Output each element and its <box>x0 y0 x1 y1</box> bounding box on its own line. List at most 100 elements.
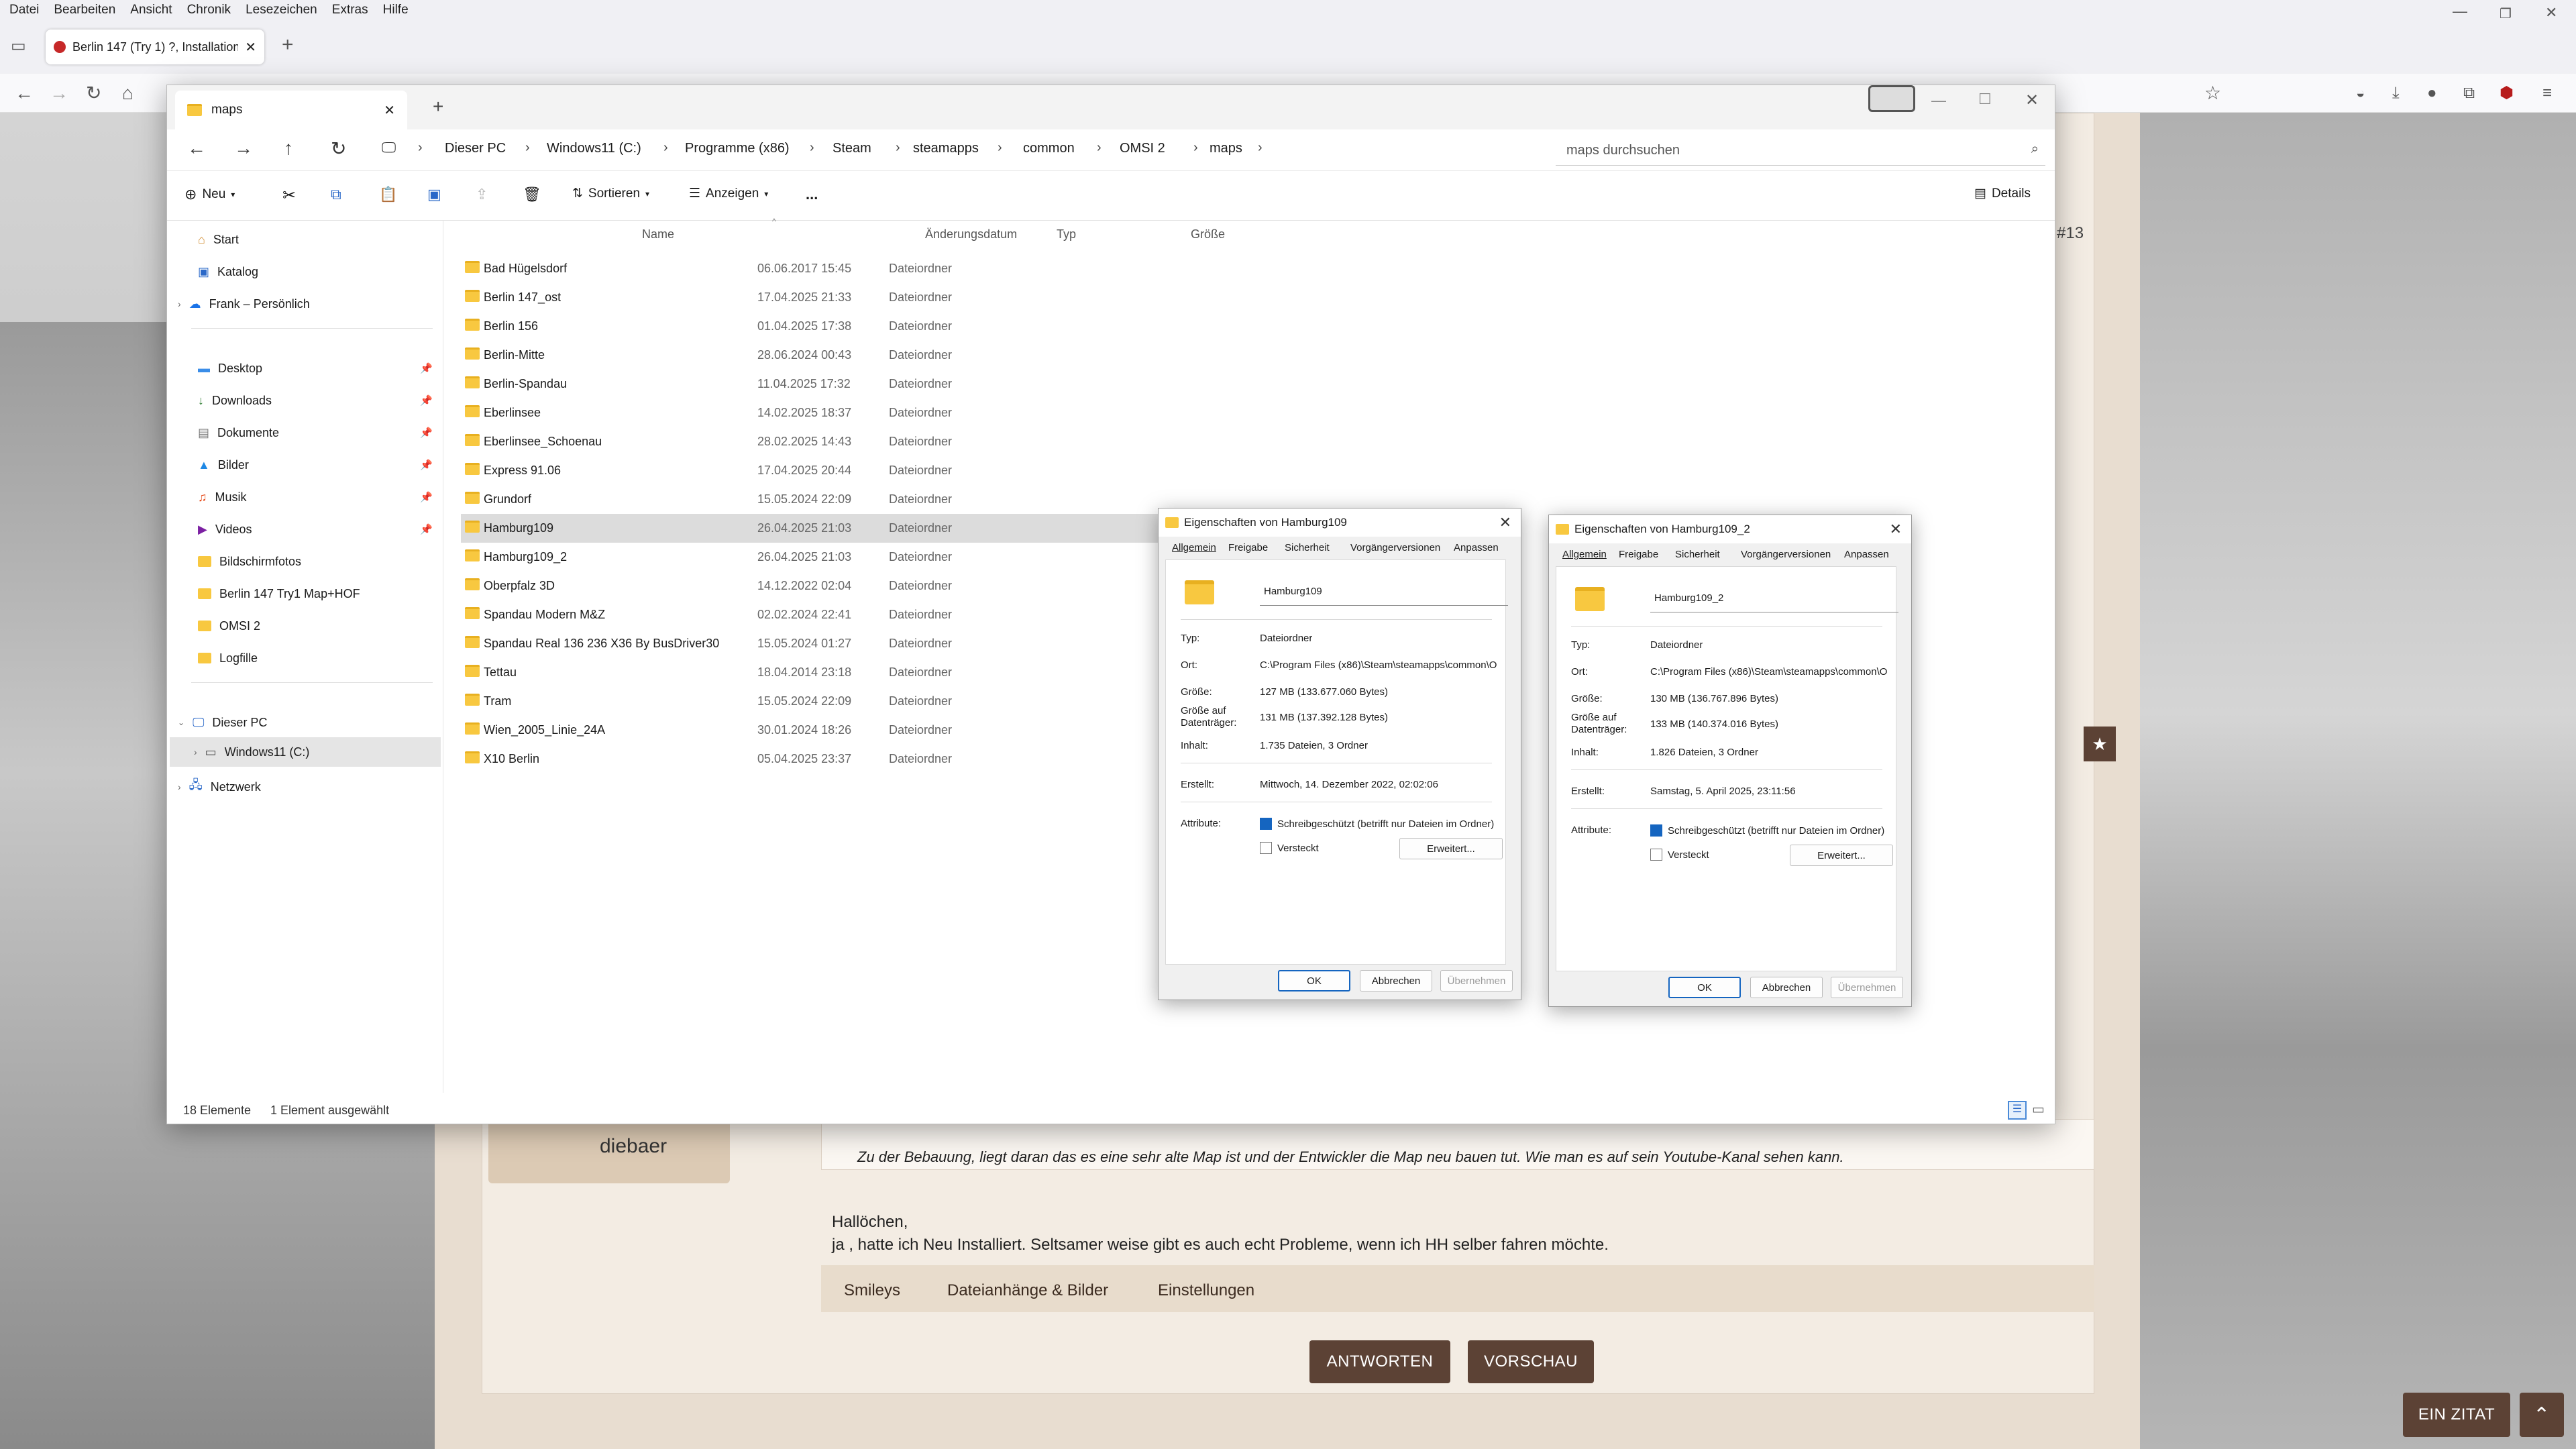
bookmark-star-icon[interactable]: ☆ <box>2204 74 2221 113</box>
tab-list-icon[interactable]: ▭ <box>11 36 26 56</box>
reply-line-2[interactable]: ja , hatte ich Neu Installiert. Seltsame… <box>832 1236 1609 1254</box>
search-input[interactable]: maps durchsuchen ⌕ <box>1556 135 2045 166</box>
extensions-icon[interactable]: ⧉ <box>2463 74 2475 113</box>
delete-icon[interactable]: 🗑 <box>523 186 541 203</box>
file-row[interactable]: Eberlinsee_Schoenau 28.02.2025 14:43 Datei… <box>461 427 1306 456</box>
tab-freigabe[interactable]: Freigabe <box>1619 549 1658 560</box>
browser-tab[interactable]: Berlin 147 (Try 1) ?, Installation ... ✕ <box>46 30 264 64</box>
tab-allgemein[interactable]: Allgemein <box>1562 549 1607 560</box>
advanced-button[interactable]: Erweitert... <box>1790 845 1893 866</box>
up-icon[interactable]: ↑ <box>284 138 293 159</box>
reload-icon[interactable]: ↻ <box>86 74 101 113</box>
menu-hilfe[interactable]: Hilfe <box>383 3 409 17</box>
pocket-icon[interactable]: ◒ <box>2356 74 2365 113</box>
tab-vorgaengerversionen[interactable]: Vorgängerversionen <box>1741 549 1831 560</box>
menu-datei[interactable]: Datei <box>9 3 39 17</box>
close-tab-icon[interactable]: ✕ <box>384 102 395 119</box>
tab-anpassen[interactable]: Anpassen <box>1844 549 1889 560</box>
column-date[interactable]: Änderungsdatum <box>925 227 1017 241</box>
menu-lesezeichen[interactable]: Lesezeichen <box>246 3 317 17</box>
quote-button[interactable]: EIN ZITAT <box>2403 1393 2510 1437</box>
readonly-checkbox[interactable]: Schreibgeschützt (betrifft nur Dateien i… <box>1260 818 1494 830</box>
nav-dokumente[interactable]: ▤ Dokumente 📌 <box>198 418 439 447</box>
new-tab-icon[interactable]: + <box>282 34 294 56</box>
apply-button[interactable]: Übernehmen <box>1831 977 1903 998</box>
ublock-icon[interactable]: ⬢ <box>2500 74 2514 113</box>
share-icon[interactable]: ⇪ <box>476 186 488 203</box>
forward-icon[interactable]: → <box>234 138 253 159</box>
forward-icon[interactable]: → <box>50 74 68 113</box>
breadcrumb-steamapps[interactable]: steamapps <box>913 141 979 156</box>
breadcrumb-maps[interactable]: maps <box>1210 141 1242 156</box>
back-icon[interactable]: ← <box>15 74 34 113</box>
nav-start[interactable]: ⌂ Start <box>198 225 239 254</box>
file-row[interactable]: Berlin-Mitte 28.06.2024 00:43 Dateiordner <box>461 341 1306 370</box>
bookmark-post-button[interactable]: ★ <box>2084 727 2116 761</box>
nav-this-pc[interactable]: ⌄ 🖵 Dieser PC <box>178 708 267 737</box>
nav-downloads[interactable]: ↓ Downloads 📌 <box>198 386 439 415</box>
tab-freigabe[interactable]: Freigabe <box>1228 542 1268 553</box>
close-icon[interactable]: ✕ <box>2025 91 2039 110</box>
minimize-window-icon[interactable]: — <box>2453 3 2467 20</box>
nav-onedrive[interactable]: › ☁ Frank – Persönlich <box>178 289 310 319</box>
breadcrumb-drive[interactable]: Windows11 (C:) <box>547 141 641 156</box>
reply-line-1[interactable]: Hallöchen, <box>832 1213 908 1232</box>
tab-sicherheit[interactable]: Sicherheit <box>1285 542 1330 553</box>
close-icon[interactable]: ✕ <box>1890 521 1902 538</box>
tab-anpassen[interactable]: Anpassen <box>1454 542 1499 553</box>
app-menu-icon[interactable]: ≡ <box>2542 74 2552 113</box>
nav-videos[interactable]: ▶ Videos 📌 <box>198 515 439 544</box>
nav-musik[interactable]: ♫ Musik 📌 <box>198 482 439 512</box>
column-size[interactable]: Größe <box>1191 227 1225 241</box>
snap-layout-icon[interactable] <box>1868 85 1915 112</box>
breadcrumb-programme[interactable]: Programme (x86) <box>685 141 790 156</box>
paste-icon[interactable]: 📋 <box>379 186 397 203</box>
editor-tab-settings[interactable]: Einstellungen <box>1158 1281 1254 1300</box>
nav-logfille[interactable]: Logfille <box>198 643 258 673</box>
file-row[interactable]: Eberlinsee 14.02.2025 18:37 Dateiordner <box>461 398 1306 427</box>
breadcrumb-this-pc[interactable]: Dieser PC <box>445 141 506 156</box>
hidden-checkbox[interactable]: Versteckt <box>1650 849 1709 861</box>
new-tab-icon[interactable]: + <box>433 96 443 117</box>
nav-network[interactable]: › 🖧 Netzwerk <box>178 772 261 802</box>
post-number[interactable]: #13 <box>2057 224 2084 243</box>
username[interactable]: diebaer <box>600 1135 667 1158</box>
maximize-icon[interactable]: ☐ <box>1978 91 1992 108</box>
account-icon[interactable]: ● <box>2427 74 2437 113</box>
cut-icon[interactable]: ✂ <box>282 186 296 205</box>
ok-button[interactable]: OK <box>1278 970 1350 991</box>
breadcrumb-omsi2[interactable]: OMSI 2 <box>1120 141 1165 156</box>
editor-tab-attachments[interactable]: Dateianhänge & Bilder <box>947 1281 1108 1300</box>
menu-bearbeiten[interactable]: Bearbeiten <box>54 3 115 17</box>
nav-katalog[interactable]: ▣ Katalog <box>198 257 258 286</box>
new-button[interactable]: ⊕ Neu ▾ <box>184 186 235 203</box>
computer-icon[interactable]: 🖵 <box>382 139 396 156</box>
menu-ansicht[interactable]: Ansicht <box>130 3 172 17</box>
view-button[interactable]: ☰ Anzeigen ▾ <box>689 186 768 201</box>
reply-button[interactable]: ANTWORTEN <box>1309 1340 1450 1383</box>
copy-icon[interactable]: ⧉ <box>331 186 341 203</box>
apply-button[interactable]: Übernehmen <box>1440 970 1513 991</box>
nav-omsi2[interactable]: OMSI 2 <box>198 611 260 641</box>
nav-desktop[interactable]: ▬ Desktop 📌 <box>198 354 439 383</box>
back-icon[interactable]: ← <box>187 138 206 159</box>
close-window-icon[interactable]: ✕ <box>2545 4 2557 21</box>
close-icon[interactable]: ✕ <box>1499 514 1511 531</box>
editor-tab-smileys[interactable]: Smileys <box>844 1281 900 1300</box>
menu-extras[interactable]: Extras <box>332 3 368 17</box>
column-type[interactable]: Typ <box>1057 227 1076 241</box>
folder-name-field[interactable]: Hamburg109_2 <box>1650 586 1898 612</box>
tab-vorgaengerversionen[interactable]: Vorgängerversionen <box>1350 542 1440 553</box>
breadcrumb-common[interactable]: common <box>1023 141 1075 156</box>
nav-bilder[interactable]: ▲ Bilder 📌 <box>198 450 439 480</box>
explorer-tab[interactable]: maps ✕ <box>175 91 407 129</box>
tiles-view-icon[interactable]: ▭ <box>2032 1101 2045 1118</box>
readonly-checkbox[interactable]: Schreibgeschützt (betrifft nur Dateien i… <box>1650 824 1884 837</box>
file-row[interactable]: Berlin-Spandau 11.04.2025 17:32 Dateiordne… <box>461 370 1306 398</box>
nav-berlin147[interactable]: Berlin 147 Try1 Map+HOF <box>198 579 360 608</box>
hidden-checkbox[interactable]: Versteckt <box>1260 842 1319 854</box>
menu-chronik[interactable]: Chronik <box>187 3 231 17</box>
file-row[interactable]: Berlin 156 01.04.2025 17:38 Dateiordner <box>461 312 1306 341</box>
file-row[interactable]: Bad Hügelsdorf 06.06.2017 15:45 Dateiordne… <box>461 254 1306 283</box>
preview-button[interactable]: VORSCHAU <box>1468 1340 1594 1383</box>
